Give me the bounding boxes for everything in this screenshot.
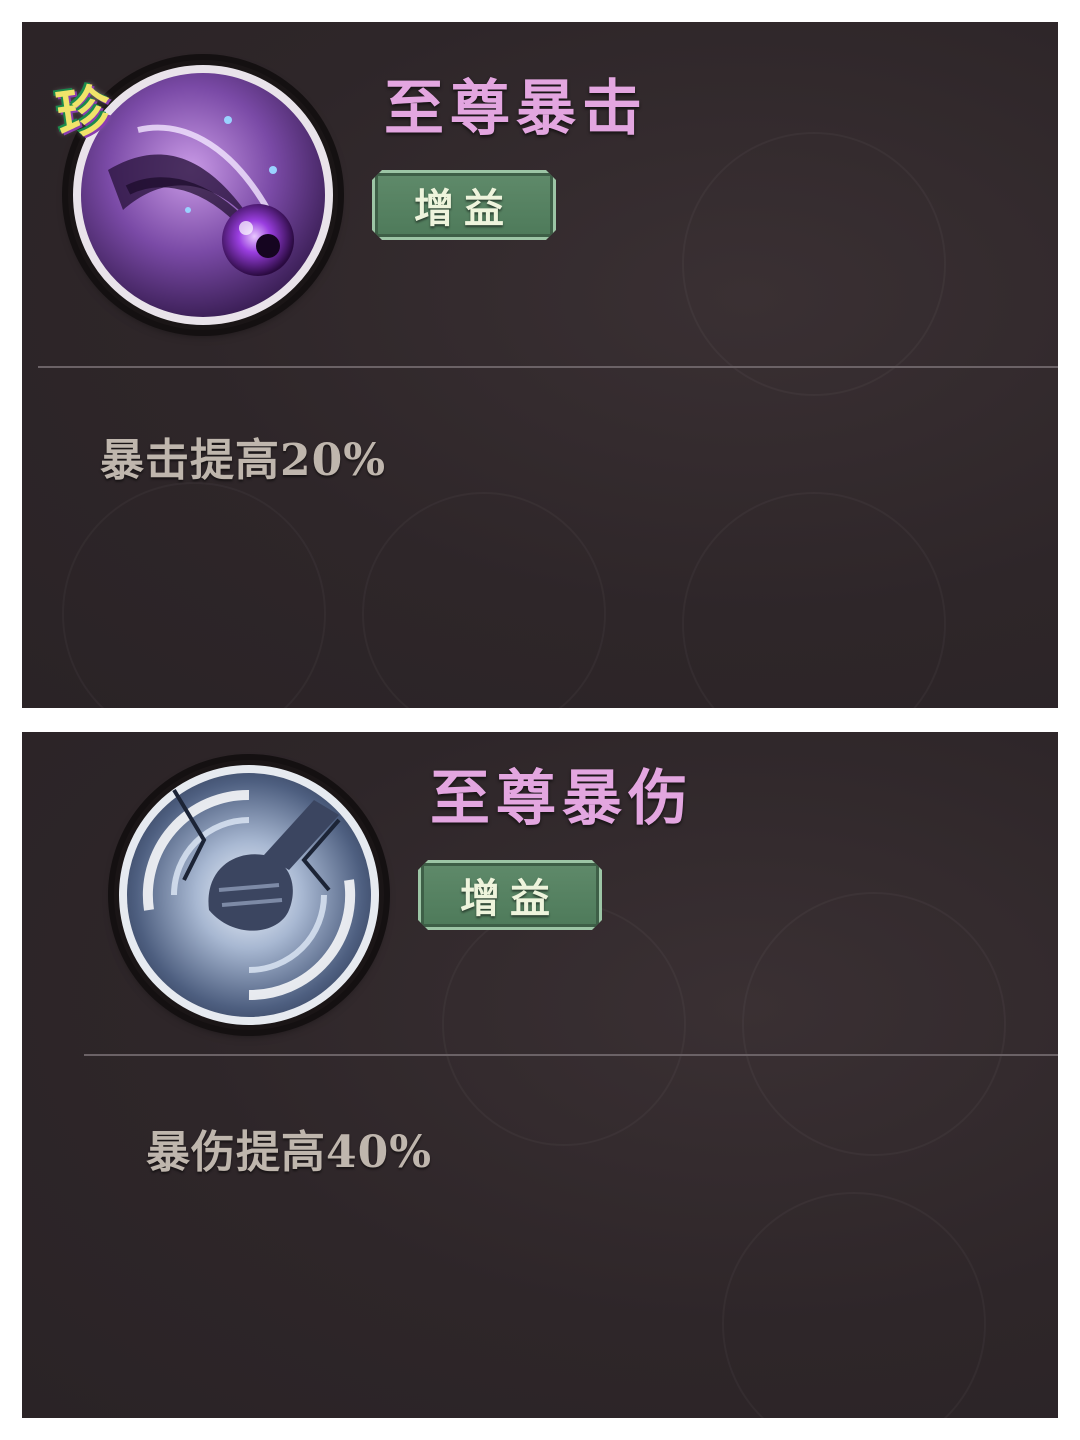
buff-description: 暴击提高20% [100, 435, 387, 486]
buff-title: 至尊暴伤 [430, 764, 694, 834]
background-ring-decoration [682, 132, 946, 396]
background-ring-decoration [362, 492, 606, 708]
background-ring-decoration [62, 482, 326, 708]
buff-type-tag: 增益 [418, 860, 602, 930]
fist-vortex-icon [114, 760, 384, 1030]
buff-description: 暴伤提高40% [146, 1127, 433, 1178]
background-ring-decoration [722, 1192, 986, 1418]
buff-type-label: 增益 [460, 875, 560, 922]
background-ring-decoration [682, 492, 946, 708]
buff-type-tag: 增益 [372, 170, 556, 240]
buff-type-label: 增益 [414, 185, 514, 232]
buff-title: 至尊暴击 [384, 74, 648, 144]
buff-card-critical: 珍 至尊暴击 增益 暴击提高20% [22, 22, 1058, 708]
section-divider [84, 1054, 1058, 1056]
buff-card-critical-damage: 至尊暴伤 增益 暴伤提高40% [22, 732, 1058, 1418]
section-divider [38, 366, 1058, 368]
rare-badge: 珍 [52, 76, 115, 148]
background-ring-decoration [442, 902, 686, 1146]
background-ring-decoration [742, 892, 1006, 1156]
